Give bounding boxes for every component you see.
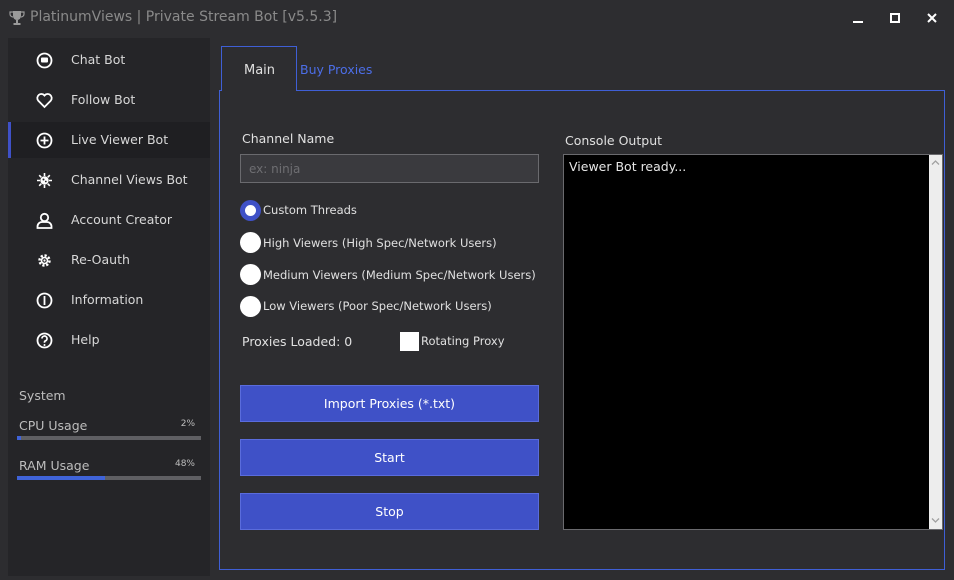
chat-icon (36, 52, 53, 69)
tab-main[interactable]: Main (221, 46, 297, 91)
cpu-usage-label: CPU Usage (19, 418, 88, 433)
ram-usage-percent: 48% (174, 459, 195, 469)
maximize-button[interactable] (882, 6, 908, 30)
radio-medium-viewers[interactable] (240, 264, 261, 285)
close-icon (927, 13, 937, 23)
cpu-usage-percent: 2% (180, 419, 195, 429)
cpu-usage-fill (17, 436, 21, 440)
import-proxies-button[interactable]: Import Proxies (*.txt) (240, 385, 539, 422)
sidebar-item-account-creator[interactable]: Account Creator (8, 202, 210, 238)
trophy-icon (9, 11, 25, 25)
radio-low-viewers[interactable] (240, 296, 261, 317)
radio-high-viewers-label: High Viewers (High Spec/Network Users) (263, 236, 497, 250)
radio-high-viewers[interactable] (240, 232, 261, 253)
rotating-proxy-label: Rotating Proxy (421, 334, 505, 348)
proxies-loaded-text: Proxies Loaded: 0 (242, 334, 353, 349)
crosshair-icon (36, 132, 53, 149)
window-title: PlatinumViews | Private Stream Bot [v5.5… (30, 9, 338, 25)
radio-custom-threads-label: Custom Threads (263, 203, 357, 217)
tab-main-label: Main (244, 63, 276, 78)
sidebar-item-follow-bot[interactable]: Follow Bot (8, 82, 210, 118)
ram-usage-label: RAM Usage (19, 458, 90, 473)
sidebar-item-label: Help (71, 332, 100, 347)
system-title: System (19, 388, 66, 403)
sidebar-item-label: Re-Oauth (71, 252, 130, 267)
stop-button[interactable]: Stop (240, 493, 539, 530)
ram-usage-fill (17, 476, 106, 480)
sidebar-item-live-viewer-bot[interactable]: Live Viewer Bot (8, 122, 210, 158)
console-output[interactable]: Viewer Bot ready... (563, 154, 943, 530)
heart-icon (36, 93, 53, 109)
channel-name-label: Channel Name (242, 131, 335, 146)
tab-buy-proxies[interactable]: Buy Proxies (300, 62, 372, 77)
sidebar-item-label: Follow Bot (71, 92, 136, 107)
virus-icon (37, 173, 52, 188)
close-button[interactable] (919, 6, 945, 30)
info-icon (36, 292, 53, 309)
sidebar-item-chat-bot[interactable]: Chat Bot (8, 42, 210, 78)
sidebar-item-help[interactable]: Help (8, 322, 210, 358)
console-text: Viewer Bot ready... (569, 159, 687, 174)
channel-name-input[interactable] (240, 154, 539, 183)
sidebar: Chat Bot Follow Bot Live Viewer Bot Chan… (8, 38, 210, 576)
start-button[interactable]: Start (240, 439, 539, 476)
sidebar-item-channel-views-bot[interactable]: Channel Views Bot (8, 162, 210, 198)
sidebar-item-information[interactable]: Information (8, 282, 210, 318)
sidebar-item-label: Information (71, 292, 144, 307)
radio-custom-threads[interactable] (240, 200, 261, 221)
help-icon (36, 332, 53, 349)
rotating-proxy-checkbox[interactable] (400, 332, 419, 351)
scroll-down-icon[interactable] (931, 516, 940, 525)
sidebar-item-re-oauth[interactable]: Re-Oauth (8, 242, 210, 278)
cpu-usage-bar (17, 436, 201, 440)
maximize-icon (890, 13, 900, 23)
gear-icon (38, 254, 51, 267)
radio-medium-viewers-label: Medium Viewers (Medium Spec/Network User… (263, 268, 536, 282)
minimize-icon (853, 21, 863, 23)
title-bar: PlatinumViews | Private Stream Bot [v5.5… (0, 0, 954, 37)
minimize-button[interactable] (845, 6, 871, 30)
sidebar-item-label: Account Creator (71, 212, 173, 227)
user-icon (36, 212, 53, 229)
console-scrollbar[interactable] (929, 155, 942, 529)
scroll-up-icon[interactable] (931, 158, 940, 167)
radio-low-viewers-label: Low Viewers (Poor Spec/Network Users) (263, 299, 492, 313)
sidebar-item-label: Live Viewer Bot (71, 132, 169, 147)
ram-usage-bar (17, 476, 201, 480)
console-output-label: Console Output (565, 133, 663, 148)
sidebar-item-label: Channel Views Bot (71, 172, 188, 187)
sidebar-item-label: Chat Bot (71, 52, 126, 67)
